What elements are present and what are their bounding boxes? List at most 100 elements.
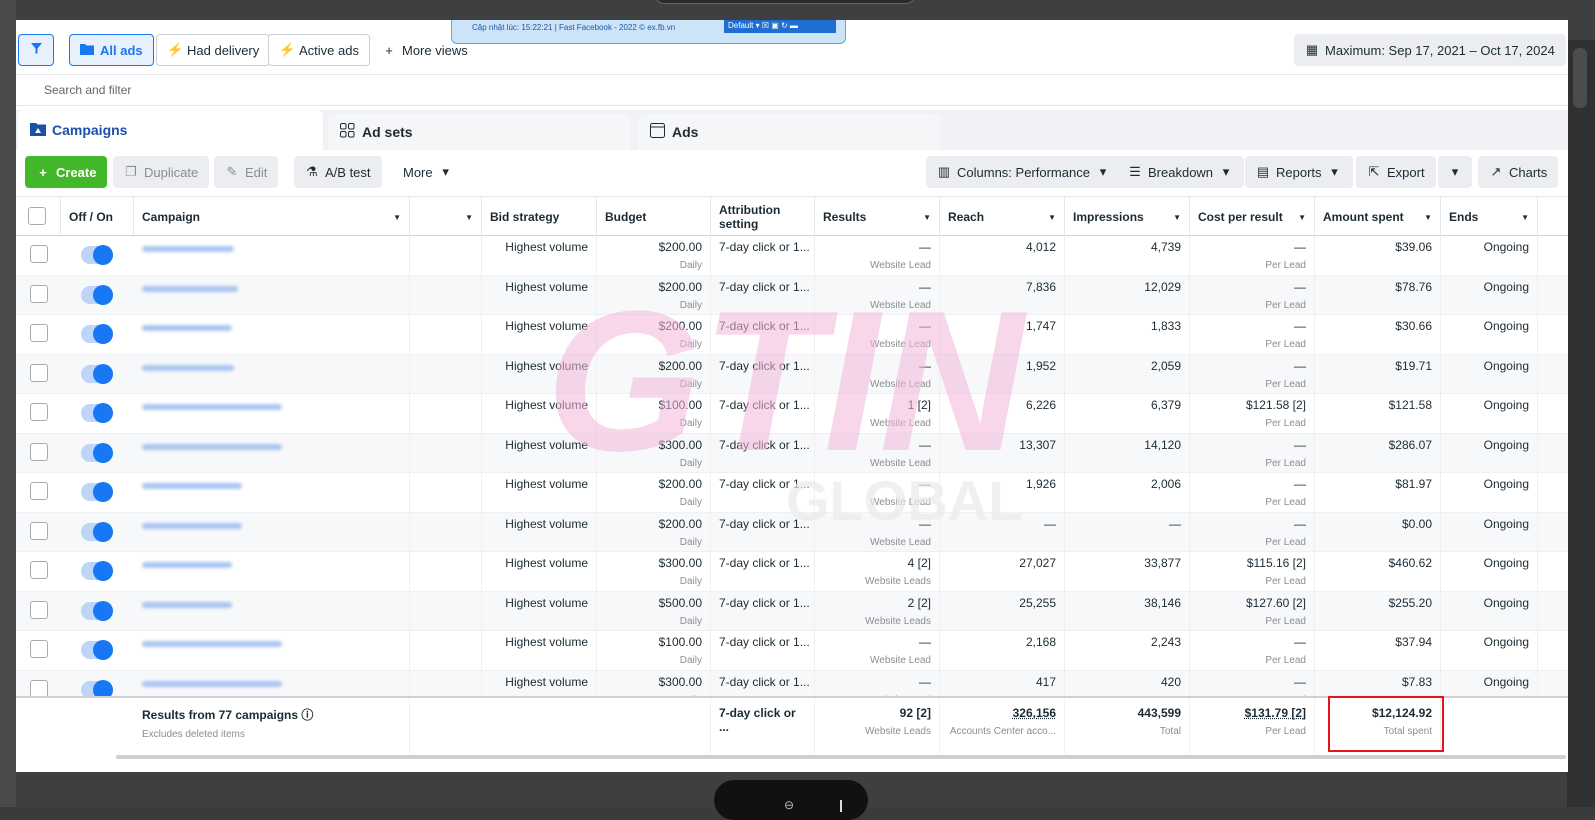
delivery-toggle[interactable] <box>81 640 113 660</box>
pill-divider <box>840 800 842 812</box>
delivery-toggle[interactable] <box>81 561 113 581</box>
table-row[interactable]: Highest volume $500.00 Daily 7-day click or… <box>16 591 1568 631</box>
search-filter-bar[interactable]: Search and filter <box>16 74 1568 106</box>
campaign-name-cell[interactable] <box>134 512 410 552</box>
amount-spent-cell: $255.20 <box>1315 591 1441 631</box>
delivery-toggle[interactable] <box>81 521 113 542</box>
extension-select[interactable]: Default ▾ ☒ ▣ ↻ ▬ <box>724 20 836 33</box>
table-row[interactable]: Highest volume $200.00 Daily 7-day click or… <box>16 473 1568 513</box>
col-reach[interactable]: Reach ▼ <box>940 197 1065 237</box>
campaign-name-cell[interactable] <box>134 631 410 670</box>
delivery-toggle[interactable] <box>81 363 113 384</box>
results-cell: — Website Lead <box>815 512 940 552</box>
table-row[interactable]: Highest volume $100.00 Daily 7-day click or… <box>16 631 1568 671</box>
campaign-name-cell[interactable] <box>134 354 410 394</box>
campaign-name-cell[interactable] <box>134 591 410 631</box>
row-checkbox[interactable] <box>30 324 48 342</box>
ab-test-button[interactable]: ⚗ A/B test <box>294 156 382 188</box>
reach-cell: 1,747 <box>940 315 1065 354</box>
row-checkbox[interactable] <box>30 482 48 500</box>
date-range-button[interactable]: ▦ Maximum: Sep 17, 2021 – Oct 17, 2024 <box>1294 34 1566 66</box>
delivery-toggle[interactable] <box>81 403 113 423</box>
row-checkbox[interactable] <box>30 284 48 303</box>
charts-button[interactable]: ↗ Charts <box>1478 156 1559 188</box>
folder-icon <box>80 43 94 58</box>
budget-value: $200.00 <box>658 240 702 254</box>
cost-per-result-cell: — Per Lead <box>1190 275 1315 315</box>
active-ads-button[interactable]: ⚡ Active ads <box>268 34 370 66</box>
reports-button[interactable]: ▤ Reports ▾ <box>1245 156 1353 188</box>
col-hidden[interactable]: ▼ <box>410 197 482 237</box>
info-icon[interactable]: ⓘ <box>301 708 313 722</box>
impressions-cell: 2,006 <box>1065 473 1190 512</box>
table-row[interactable]: Highest volume $300.00 Daily 7-day click or… <box>16 433 1568 473</box>
bid-strategy-cell: Highest volume <box>482 552 597 591</box>
campaign-name-cell[interactable] <box>134 315 410 354</box>
ends-cell: Ongoing <box>1441 433 1538 473</box>
breakdown-button[interactable]: ☰ Breakdown ▾ <box>1117 156 1245 188</box>
col-off-on[interactable]: Off / On <box>61 197 134 237</box>
cpr-sub: Per Lead <box>1265 378 1306 390</box>
all-ads-button[interactable]: All ads <box>69 34 154 66</box>
col-results[interactable]: Results ▼ <box>815 197 940 237</box>
row-checkbox[interactable] <box>30 679 48 698</box>
row-checkbox[interactable] <box>30 363 48 382</box>
duplicate-button[interactable]: ❐ Duplicate <box>113 156 210 188</box>
amount-spent-cell: $39.06 <box>1315 236 1441 275</box>
filter-toggle-button[interactable] <box>18 34 54 66</box>
table-row[interactable]: Highest volume $200.00 Daily 7-day click or… <box>16 236 1568 276</box>
col-attribution[interactable]: Attribution setting <box>711 197 815 237</box>
export-button[interactable]: ⇱ Export <box>1356 156 1436 188</box>
columns-button[interactable]: ▥ Columns: Performance ▾ <box>926 156 1121 188</box>
campaign-name-cell[interactable] <box>134 275 410 315</box>
table-row[interactable]: Highest volume $300.00 Daily 7-day click or… <box>16 552 1568 592</box>
zoom-icon[interactable]: ⊖ <box>784 798 794 812</box>
create-button[interactable]: + Create <box>25 156 108 188</box>
col-impressions[interactable]: Impressions ▼ <box>1065 197 1190 237</box>
campaign-name-cell[interactable] <box>134 433 410 473</box>
campaign-name-cell[interactable] <box>134 552 410 591</box>
col-bid-strategy[interactable]: Bid strategy <box>482 197 597 237</box>
col-cost-per-result[interactable]: Cost per result ▼ <box>1190 197 1315 237</box>
row-checkbox[interactable] <box>30 600 48 619</box>
delivery-toggle[interactable] <box>81 284 113 305</box>
right-scrollbar[interactable] <box>1567 40 1595 807</box>
table-row[interactable]: Highest volume $200.00 Daily 7-day click or… <box>16 512 1568 552</box>
col-campaign[interactable]: Campaign ▼ <box>134 197 410 237</box>
scroll-thumb[interactable] <box>1573 48 1587 108</box>
more-button[interactable]: More ▾ <box>392 156 464 188</box>
row-checkbox[interactable] <box>30 521 48 540</box>
table-row[interactable]: Highest volume $200.00 Daily 7-day click or… <box>16 354 1568 394</box>
row-checkbox[interactable] <box>30 403 48 421</box>
delivery-toggle[interactable] <box>81 324 113 344</box>
caret-down-icon: ▾ <box>442 164 449 179</box>
delivery-toggle[interactable] <box>81 245 113 265</box>
had-delivery-button[interactable]: ⚡ Had delivery <box>156 34 271 66</box>
row-checkbox[interactable] <box>30 245 48 263</box>
delivery-toggle[interactable] <box>81 600 113 621</box>
campaign-name-cell[interactable] <box>134 473 410 512</box>
tab-ads[interactable]: Ads <box>638 114 940 150</box>
delivery-toggle[interactable] <box>81 482 113 502</box>
table-row[interactable]: Highest volume $200.00 Daily 7-day click or… <box>16 315 1568 355</box>
col-amount-spent[interactable]: Amount spent ▼ <box>1315 197 1441 237</box>
table-row[interactable]: Highest volume $200.00 Daily 7-day click or… <box>16 275 1568 315</box>
col-budget[interactable]: Budget <box>597 197 711 237</box>
tab-ad-sets[interactable]: Ad sets <box>328 114 630 150</box>
row-checkbox[interactable] <box>30 561 48 579</box>
attribution-cell: 7-day click or 1... <box>711 512 815 552</box>
table-row[interactable]: Highest volume $100.00 Daily 7-day click or… <box>16 394 1568 434</box>
campaign-name-cell[interactable] <box>134 394 410 433</box>
horizontal-scrollbar[interactable] <box>116 755 1566 759</box>
level-tabs: Campaigns Ad sets Ads <box>16 110 1568 150</box>
export-dropdown-button[interactable]: ▾ <box>1438 156 1472 188</box>
tab-campaigns[interactable]: Campaigns <box>18 110 323 150</box>
row-checkbox[interactable] <box>30 640 48 658</box>
select-all-checkbox[interactable] <box>28 207 46 225</box>
campaign-name-cell[interactable] <box>134 236 410 275</box>
delivery-toggle[interactable] <box>81 442 113 463</box>
col-ends[interactable]: Ends ▼ <box>1441 197 1538 237</box>
row-checkbox[interactable] <box>30 442 48 461</box>
edit-button[interactable]: ✎ Edit <box>214 156 279 188</box>
highlight-box <box>1328 696 1444 752</box>
